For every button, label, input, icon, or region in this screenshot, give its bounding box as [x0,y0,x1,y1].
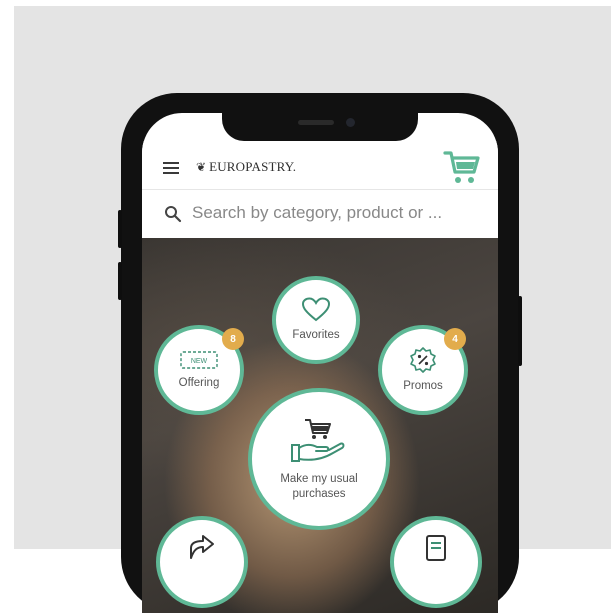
search-bar: Search by category, product or ... [142,189,498,239]
phone-camera [346,118,355,127]
cart-button[interactable] [442,147,482,187]
app-header: ❦ EUROPASTRY. [142,141,498,189]
phone-side-button-right [518,296,522,366]
make-usual-purchases-button[interactable]: Make my usual purchases [248,388,390,530]
phone-side-button-left-bottom [118,262,122,300]
search-icon[interactable] [164,205,182,223]
percent-badge-icon [410,347,436,373]
shopping-cart-icon [443,151,480,183]
new-tag-text: NEW [191,358,208,365]
document-list-button[interactable] [390,516,482,608]
promos-badge: 4 [444,328,466,350]
phone-side-button-left-top [118,210,122,248]
document-list-icon [426,535,446,561]
phone-speaker [298,120,334,125]
offering-badge: 8 [222,328,244,350]
hero-bread-image: Favorites NEW Offering 8 Promos 4 Make m… [142,238,498,613]
wheat-logo-icon: ❦ [196,160,207,174]
promos-label: Promos [403,380,443,393]
brand-logo[interactable]: ❦ EUROPASTRY. [196,157,296,177]
phone-screen: ❦ EUROPASTRY. Search by category, produc… [142,113,498,613]
favorites-button[interactable]: Favorites [272,276,360,364]
cart-in-hand-icon [291,418,345,462]
share-button[interactable] [156,516,248,608]
phone-notch [222,113,418,141]
brand-name: EUROPASTRY. [209,159,297,174]
hamburger-menu-icon[interactable] [163,162,179,174]
favorites-label: Favorites [292,329,340,342]
search-input[interactable]: Search by category, product or ... [192,198,482,228]
offering-label: Offering [178,377,220,390]
usual-label-line1: Make my usual [280,472,358,485]
usual-label-line2: purchases [292,487,346,500]
heart-icon [302,297,330,322]
make-usual-purchases-label: Make my usual purchases [280,472,357,502]
share-arrow-icon [190,535,214,559]
new-tag-icon: NEW [180,351,218,369]
